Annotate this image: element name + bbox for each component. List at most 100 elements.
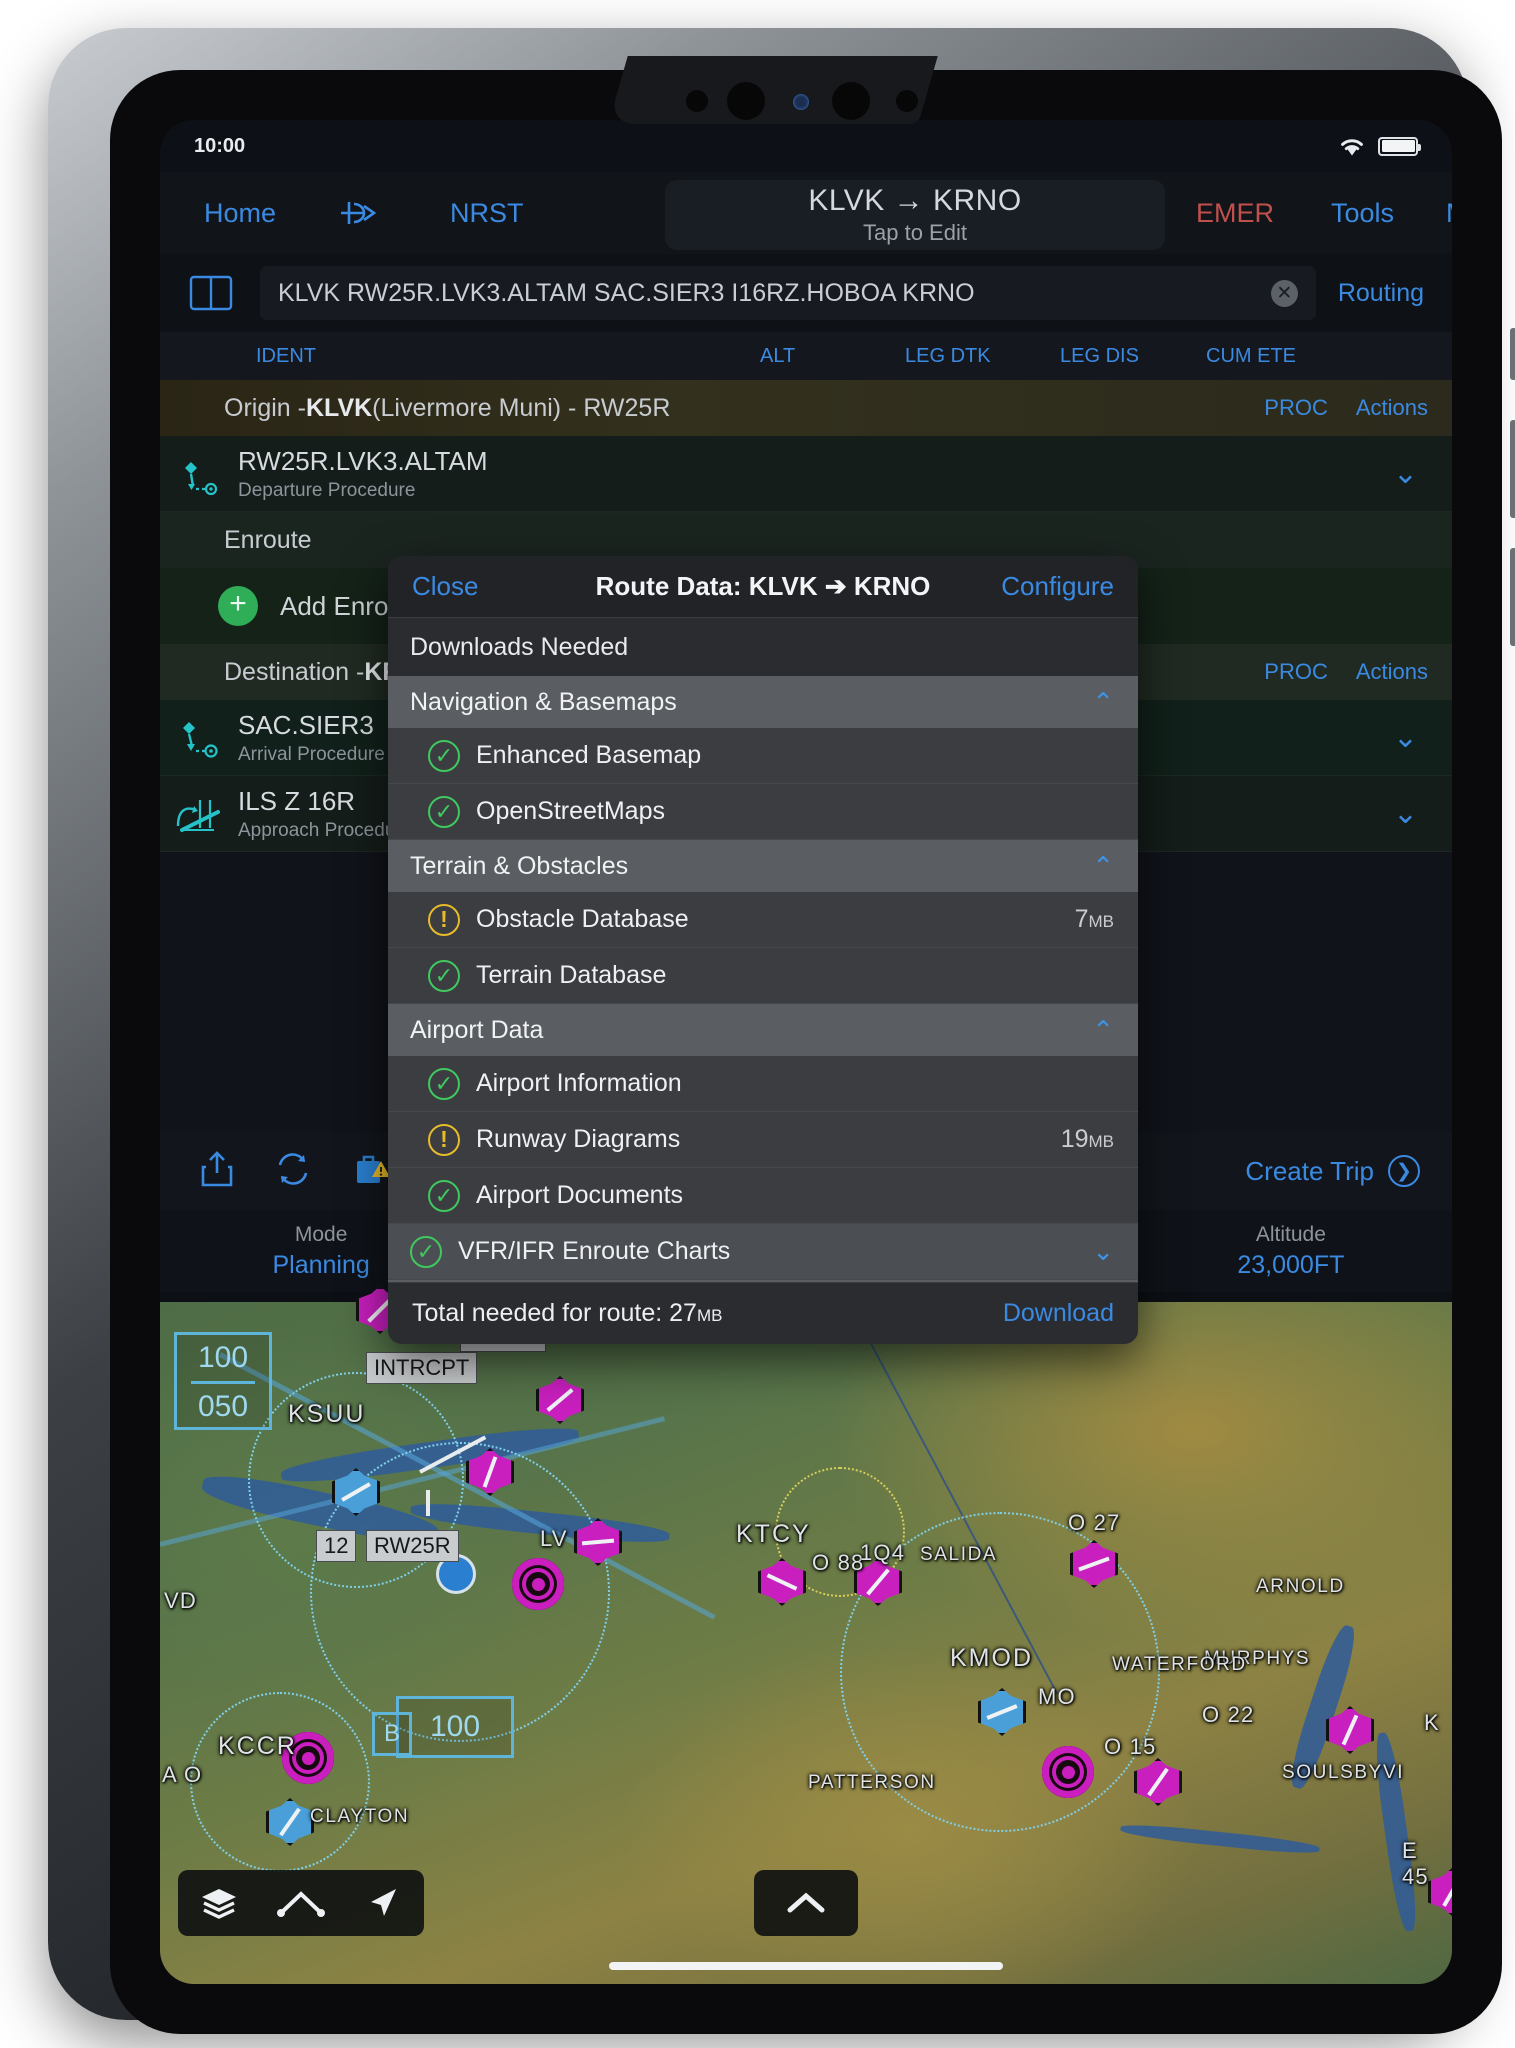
nav-home-button[interactable]: Home xyxy=(198,198,282,229)
total-needed-value: 27 xyxy=(669,1299,697,1327)
device-frame: 10:00 Home NRST KLVK → KRNO Tap to Edit … xyxy=(48,28,1515,2034)
status-altitude[interactable]: Altitude 23,000FT xyxy=(1130,1210,1452,1292)
create-trip-button[interactable]: Create Trip ❯ xyxy=(1245,1155,1420,1187)
briefing-warning-icon[interactable] xyxy=(352,1149,392,1194)
camera-sensor-icon xyxy=(793,94,809,110)
nav-nearest-button[interactable]: NRST xyxy=(444,198,530,229)
map-label-salida: SALIDA xyxy=(920,1544,998,1565)
section-navigation-basemaps[interactable]: Navigation & Basemaps ⌃ xyxy=(388,676,1138,728)
item-vfr-ifr-enroute-charts[interactable]: ✓ VFR/IFR Enroute Charts ⌄ xyxy=(388,1224,1138,1280)
origin-proc-button[interactable]: PROC xyxy=(1264,395,1328,421)
airport-o15[interactable] xyxy=(1134,1758,1182,1806)
routing-button[interactable]: Routing xyxy=(1338,279,1424,308)
airport-magenta[interactable] xyxy=(574,1518,622,1566)
approach-subtitle: Approach Procedure xyxy=(238,819,413,841)
total-needed-unit: MB xyxy=(696,1306,723,1325)
share-icon[interactable] xyxy=(200,1149,234,1194)
item-label: VFR/IFR Enroute Charts xyxy=(458,1237,731,1265)
map-layers-icon[interactable] xyxy=(178,1870,260,1936)
moving-map[interactable]: 100 050 100 B ALTAM INTRCPT RW25R 12 KSU… xyxy=(160,1286,1452,1984)
chevron-down-icon[interactable]: ⌄ xyxy=(1393,796,1418,831)
item-airport-information[interactable]: ✓ Airport Information xyxy=(388,1056,1138,1112)
nav-menu-button[interactable]: Menu xyxy=(1440,198,1452,229)
item-obstacle-database[interactable]: ! Obstacle Database 7MB xyxy=(388,892,1138,948)
airport-ktcy[interactable] xyxy=(758,1558,806,1606)
map-controls-left xyxy=(178,1870,424,1936)
check-circle-icon: ✓ xyxy=(428,959,460,992)
item-enhanced-basemap[interactable]: ✓ Enhanced Basemap xyxy=(388,728,1138,784)
nav-emergency-button[interactable]: EMER xyxy=(1190,198,1280,229)
route-entry-bar: KLVK RW25R.LVK3.ALTAM SAC.SIER3 I16RZ.HO… xyxy=(160,254,1452,332)
sync-icon[interactable] xyxy=(274,1149,312,1194)
origin-row[interactable]: Origin - KLVK (Livermore Muni) - RW25R P… xyxy=(160,380,1452,436)
heliport-icon[interactable] xyxy=(1042,1746,1094,1798)
route-title-button[interactable]: KLVK → KRNO Tap to Edit xyxy=(665,180,1165,250)
airport-ksuu[interactable] xyxy=(332,1468,380,1516)
airspace-ceiling: 100 xyxy=(197,1341,249,1374)
route-subtitle: Tap to Edit xyxy=(863,220,967,245)
airport-o27[interactable] xyxy=(1070,1540,1118,1588)
departure-procedure-icon xyxy=(160,448,238,500)
item-runway-diagrams[interactable]: ! Runway Diagrams 19MB xyxy=(388,1112,1138,1168)
chevron-up-icon[interactable]: ⌃ xyxy=(1092,851,1114,882)
camera-lens-4 xyxy=(896,90,918,112)
destination-actions-button[interactable]: Actions xyxy=(1356,659,1428,685)
plus-circle-icon[interactable]: + xyxy=(218,586,258,626)
airport-kccr[interactable] xyxy=(266,1798,314,1846)
origin-ident: KLVK xyxy=(305,393,373,422)
map-label-o27: O 27 xyxy=(1068,1510,1121,1535)
route-input[interactable]: KLVK RW25R.LVK3.ALTAM SAC.SIER3 I16RZ.HO… xyxy=(260,266,1316,320)
map-label-o88: O 88 xyxy=(812,1550,865,1575)
download-button[interactable]: Download xyxy=(1003,1299,1114,1328)
map-label-e45: E 45 xyxy=(1402,1838,1429,1889)
modal-configure-button[interactable]: Configure xyxy=(1001,571,1114,602)
nav-tools-button[interactable]: Tools xyxy=(1325,198,1400,229)
airport-o22[interactable] xyxy=(1326,1706,1374,1754)
map-expand-button[interactable] xyxy=(754,1870,858,1936)
camera-lens-3 xyxy=(832,82,870,120)
column-header-ident: IDENT xyxy=(256,344,316,367)
modal-close-button[interactable]: Close xyxy=(412,571,478,602)
volume-down-button[interactable] xyxy=(1510,548,1515,646)
approach-title: ILS Z 16R xyxy=(238,785,356,816)
heliport-icon[interactable] xyxy=(512,1558,564,1610)
map-label-clayton: CLAYTON xyxy=(310,1806,410,1827)
mute-button[interactable] xyxy=(1510,328,1515,380)
destination-proc-button[interactable]: PROC xyxy=(1264,659,1328,685)
volume-up-button[interactable] xyxy=(1510,420,1515,518)
item-openstreetmaps[interactable]: ✓ OpenStreetMaps xyxy=(388,784,1138,840)
item-label: Airport Documents xyxy=(476,1181,684,1209)
airport-magenta[interactable] xyxy=(536,1376,584,1424)
arrival-procedure-icon xyxy=(160,712,238,764)
chevron-down-icon[interactable]: ⌄ xyxy=(1092,1236,1114,1267)
app-screen: 10:00 Home NRST KLVK → KRNO Tap to Edit … xyxy=(160,120,1452,1984)
airport-magenta[interactable] xyxy=(466,1448,514,1496)
section-airport-data[interactable]: Airport Data ⌃ xyxy=(388,1004,1138,1056)
airport-kmod[interactable] xyxy=(978,1688,1026,1736)
chevron-down-icon[interactable]: ⌄ xyxy=(1393,456,1418,491)
map-label-mo: MO xyxy=(1038,1684,1076,1709)
item-label: OpenStreetMaps xyxy=(476,797,665,825)
item-airport-documents[interactable]: ✓ Airport Documents xyxy=(388,1168,1138,1224)
clear-circle-icon[interactable]: ✕ xyxy=(1270,279,1298,307)
item-terrain-database[interactable]: ✓ Terrain Database xyxy=(388,948,1138,1004)
item-label: Airport Information xyxy=(476,1069,682,1097)
item-size: 7MB xyxy=(1075,905,1114,934)
chevron-down-icon[interactable]: ⌄ xyxy=(1393,720,1418,755)
airspace-altitude-box: 100 050 xyxy=(174,1332,272,1430)
departure-procedure-row[interactable]: RW25R.LVK3.ALTAM Departure Procedure ⌄ xyxy=(160,436,1452,512)
map-label-ktcy: KTCY xyxy=(736,1520,811,1548)
arrival-title: SAC.SIER3 xyxy=(238,709,374,740)
section-terrain-obstacles[interactable]: Terrain & Obstacles ⌃ xyxy=(388,840,1138,892)
navigation-arrow-icon[interactable] xyxy=(342,1870,424,1936)
terrain-profile-icon[interactable] xyxy=(260,1870,342,1936)
departure-title: RW25R.LVK3.ALTAM xyxy=(238,445,488,476)
origin-actions-button[interactable]: Actions xyxy=(1356,395,1428,421)
map-label-arnold: ARNOLD xyxy=(1256,1576,1345,1597)
chevron-up-icon[interactable]: ⌃ xyxy=(1092,687,1114,718)
direct-to-icon[interactable] xyxy=(330,198,388,228)
flight-plan-book-icon[interactable] xyxy=(188,273,234,313)
waypoint-label-12: 12 xyxy=(316,1530,357,1562)
warning-circle-icon: ! xyxy=(428,1123,460,1156)
chevron-up-icon[interactable]: ⌃ xyxy=(1092,1015,1114,1046)
